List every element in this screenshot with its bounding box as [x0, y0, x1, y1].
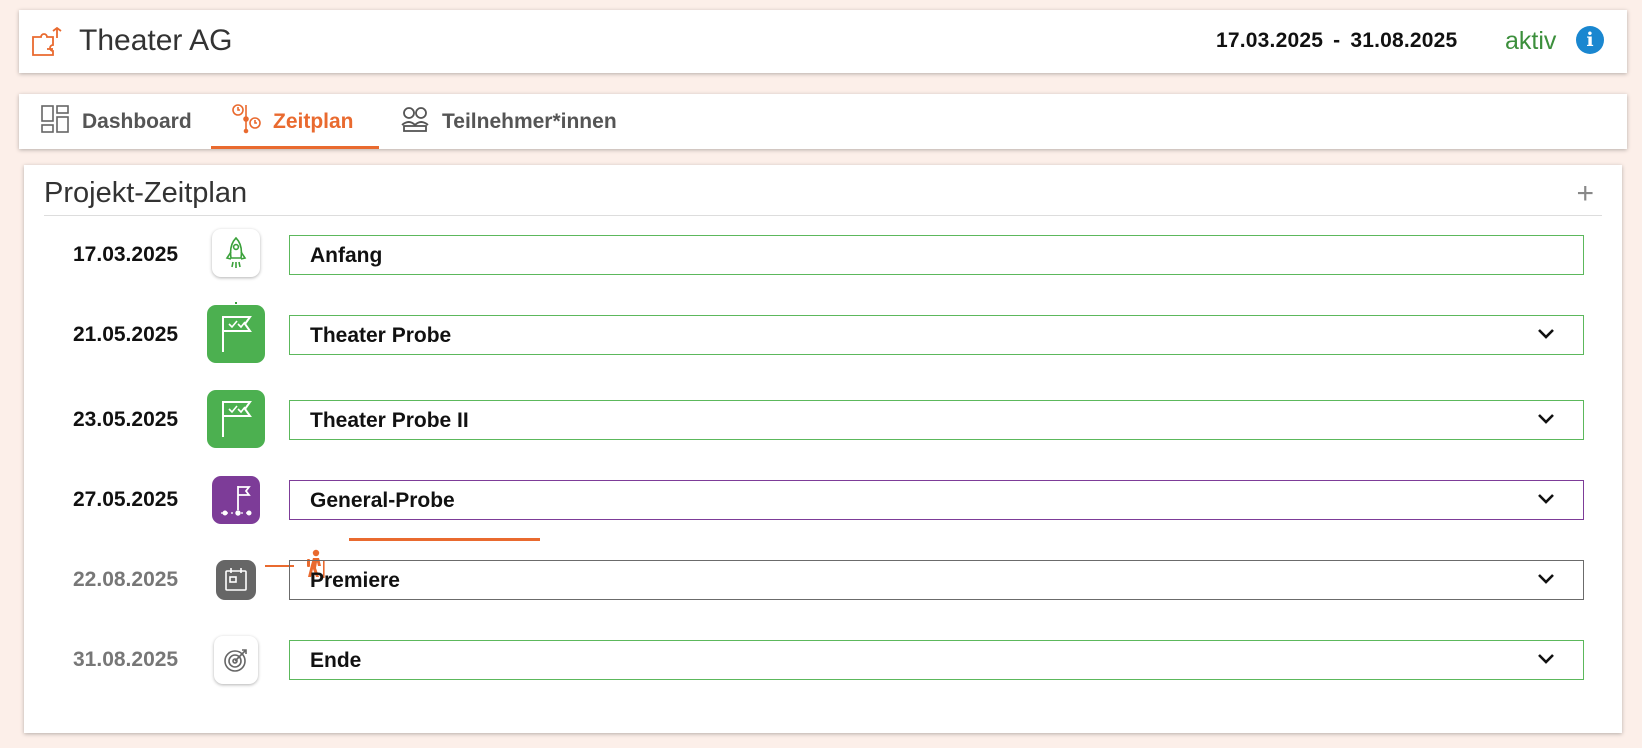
milestone-row: 31.08.2025 Ende	[24, 636, 1622, 684]
milestone-date: 27.05.2025	[73, 488, 179, 511]
tab-dashboard[interactable]: Dashboard	[40, 94, 210, 149]
milestone-date: 17.03.2025	[73, 243, 179, 266]
chevron-down-icon[interactable]	[1537, 572, 1555, 590]
project-end-date: 31.08.2025	[1350, 29, 1458, 52]
milestone-row: 22.08.2025 Premiere	[24, 560, 1622, 600]
date-separator: -	[1333, 29, 1341, 52]
chevron-down-icon[interactable]	[1537, 412, 1555, 430]
tab-dashboard-label: Dashboard	[82, 109, 192, 133]
chevron-down-icon[interactable]	[1537, 492, 1555, 510]
flag-check-icon	[207, 305, 265, 363]
milestone-card[interactable]: Theater Probe II	[289, 400, 1584, 440]
project-title: Theater AG	[79, 24, 233, 57]
tab-zeitplan-label: Zeitplan	[273, 109, 354, 133]
milestone-row: 17.03.2025 Anfang	[24, 229, 1622, 277]
milestone-label: General-Probe	[310, 489, 455, 512]
panel-title: Projekt-Zeitplan	[44, 177, 248, 209]
puzzle-arrows-icon	[31, 26, 65, 57]
dashboard-icon	[40, 104, 82, 140]
milestone-label: Theater Probe	[310, 324, 452, 347]
milestone-row: 21.05.2025 Theater Probe	[24, 305, 1622, 363]
add-milestone-button[interactable]: +	[1576, 179, 1594, 209]
flag-path-icon	[212, 476, 260, 524]
milestone-label: Theater Probe II	[310, 409, 469, 432]
timeline-connector	[235, 302, 237, 304]
timeline-icon	[231, 103, 273, 141]
divider	[44, 215, 1602, 216]
info-icon[interactable]: i	[1576, 26, 1604, 54]
calendar-icon	[216, 560, 256, 600]
milestone-date: 31.08.2025	[73, 648, 179, 671]
project-date-range: 17.03.2025-31.08.2025	[1216, 29, 1457, 53]
tab-teilnehmer[interactable]: Teilnehmer*innen	[400, 94, 640, 149]
tab-bar: Dashboard Zeitplan Teilnehmer*innen	[19, 94, 1627, 149]
tab-zeitplan[interactable]: Zeitplan	[211, 94, 379, 149]
milestone-row: 23.05.2025 Theater Probe II	[24, 390, 1622, 448]
flag-check-icon	[207, 390, 265, 448]
today-line-right	[349, 538, 540, 541]
timeline-panel: Projekt-Zeitplan + 17.03.2025 Anfang 21.…	[24, 165, 1622, 733]
milestone-date: 22.08.2025	[73, 568, 179, 591]
milestone-label: Ende	[310, 649, 362, 672]
project-start-date: 17.03.2025	[1216, 29, 1324, 52]
milestone-label: Anfang	[310, 244, 383, 267]
milestone-row: 27.05.2025 General-Probe	[24, 476, 1622, 524]
milestone-date: 23.05.2025	[73, 408, 179, 431]
participants-icon	[400, 105, 442, 139]
chevron-down-icon[interactable]	[1537, 327, 1555, 345]
milestone-card[interactable]: Ende	[289, 640, 1584, 680]
target-icon	[214, 636, 258, 684]
milestone-card[interactable]: General-Probe	[289, 480, 1584, 520]
milestone-card[interactable]: Anfang	[289, 235, 1584, 275]
milestone-date: 21.05.2025	[73, 323, 179, 346]
tab-teilnehmer-label: Teilnehmer*innen	[442, 109, 617, 133]
chevron-down-icon[interactable]	[1537, 652, 1555, 670]
milestone-card[interactable]: Premiere	[289, 560, 1584, 600]
rocket-icon	[212, 229, 260, 277]
milestone-card[interactable]: Theater Probe	[289, 315, 1584, 355]
project-header: Theater AG 17.03.2025-31.08.2025 aktiv i	[19, 10, 1627, 73]
milestone-label: Premiere	[310, 569, 400, 592]
status-badge: aktiv	[1505, 27, 1557, 55]
